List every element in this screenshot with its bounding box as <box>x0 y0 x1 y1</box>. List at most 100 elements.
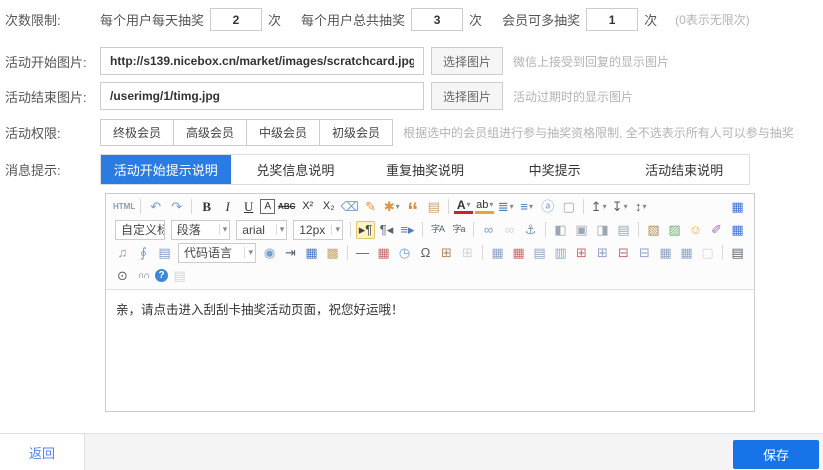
insert-image-icon[interactable]: ▧ <box>644 221 663 239</box>
music-icon[interactable]: ♫ <box>113 244 132 262</box>
italic-icon[interactable]: I <box>218 198 237 216</box>
subscript-icon[interactable]: X₂ <box>319 198 338 216</box>
merge-cells-icon[interactable]: ▦ <box>656 244 675 262</box>
paragraph-spacing-bottom-icon[interactable]: ↧▾ <box>610 198 629 216</box>
insert-video-icon[interactable]: ▦ <box>728 221 747 239</box>
link-icon[interactable]: ∞ <box>479 221 498 239</box>
editor-content[interactable]: 亲，请点击进入刮刮卡抽奖活动页面，祝您好运哦！ <box>106 290 754 413</box>
to-simplified-chinese-icon[interactable]: 字a <box>449 221 468 239</box>
print-icon[interactable]: ▤ <box>728 244 747 262</box>
help-icon[interactable]: ? <box>155 269 168 282</box>
date-icon[interactable]: ▦ <box>374 244 393 262</box>
paragraph-direction-icon[interactable]: ¶◂ <box>377 221 396 239</box>
chevron-down-icon: ▾ <box>331 224 340 235</box>
find-replace-icon[interactable]: ∩∩ <box>134 267 153 285</box>
insert-row-icon[interactable]: ⊞ <box>572 244 591 262</box>
font-family-select[interactable]: arial▾ <box>236 220 287 240</box>
image-align-center-icon[interactable]: ▣ <box>572 221 591 239</box>
font-size-select[interactable]: 12px▾ <box>293 220 343 240</box>
delete-row-icon[interactable]: ⊟ <box>614 244 633 262</box>
split-cells-icon[interactable]: ▦ <box>677 244 696 262</box>
char-border-icon[interactable]: A <box>260 199 275 214</box>
format-clear-icon[interactable]: ⌫ <box>340 198 359 216</box>
member-option-3[interactable]: 初级会员 <box>319 119 393 146</box>
end-image-label: 活动结束图片: <box>0 87 100 106</box>
insert-col-icon[interactable]: ⊞ <box>593 244 612 262</box>
back-button[interactable]: 返回 <box>0 433 85 470</box>
font-color-icon[interactable]: A▾ <box>454 199 473 214</box>
end-image-pick-button[interactable]: 选择图片 <box>431 82 503 110</box>
message-tab-4[interactable]: 活动结束说明 <box>619 155 749 184</box>
background-icon[interactable]: ▩ <box>323 244 342 262</box>
image-align-right-icon[interactable]: ◨ <box>593 221 612 239</box>
anchor-tag-icon[interactable]: ⓐ <box>538 198 557 216</box>
member-option-2[interactable]: 中级会员 <box>246 119 320 146</box>
undo-icon[interactable]: ↶ <box>146 198 165 216</box>
redo-icon[interactable]: ↷ <box>167 198 186 216</box>
end-image-input[interactable] <box>100 82 424 110</box>
message-tab-3[interactable]: 中奖提示 <box>490 155 620 184</box>
line-height-icon[interactable]: ↕▾ <box>631 198 650 216</box>
message-tab-2[interactable]: 重复抽奖说明 <box>360 155 490 184</box>
strikethrough-icon[interactable]: ABC <box>277 198 296 216</box>
page-doc-icon[interactable]: ▢ <box>698 244 717 262</box>
indent-first-line-icon[interactable]: ▸¶ <box>356 221 375 239</box>
message-tab-1[interactable]: 兑奖信息说明 <box>231 155 361 184</box>
total-input[interactable] <box>411 8 463 31</box>
attachment-icon[interactable]: ∮ <box>134 244 153 262</box>
chevron-down-icon: ▾ <box>276 224 285 235</box>
save-button[interactable]: 保存 <box>733 440 819 469</box>
preview-icon[interactable]: ⊙ <box>113 267 132 285</box>
fullscreen-icon[interactable]: ▦ <box>728 198 747 216</box>
image-manager-icon[interactable]: ▨ <box>665 221 684 239</box>
image-align-none-icon[interactable]: ▤ <box>614 221 633 239</box>
paste-word-icon[interactable]: ▤ <box>424 198 443 216</box>
paste-icon[interactable]: ▤ <box>170 267 189 285</box>
emoji-icon[interactable]: ☺ <box>686 221 705 239</box>
time-icon[interactable]: ◷ <box>395 244 414 262</box>
blockquote-icon[interactable]: “ <box>403 198 422 216</box>
bold-icon[interactable]: B <box>197 198 216 216</box>
format-brush-icon[interactable]: ✎ <box>361 198 380 216</box>
ordered-list-icon[interactable]: ≣▾ <box>496 198 515 216</box>
blank-page-icon[interactable]: ▢ <box>559 198 578 216</box>
to-traditional-chinese-icon[interactable]: 字A <box>428 221 447 239</box>
limits-label: 次数限制: <box>0 10 100 29</box>
scrawl-icon[interactable]: ✐ <box>707 221 726 239</box>
insert-iframe-icon[interactable]: ▦ <box>302 244 321 262</box>
paragraph-spacing-top-icon[interactable]: ↥▾ <box>589 198 608 216</box>
delete-table-icon[interactable]: ▦ <box>509 244 528 262</box>
google-map-icon[interactable]: ⊞ <box>458 244 477 262</box>
paragraph-select[interactable]: 段落▾ <box>171 220 231 240</box>
underline-icon[interactable]: U <box>239 198 258 216</box>
highlight-color-icon[interactable]: ab▾ <box>475 199 494 214</box>
table-caption-icon[interactable]: ▤ <box>530 244 549 262</box>
special-char-icon[interactable]: Ω <box>416 244 435 262</box>
superscript-icon[interactable]: X² <box>298 198 317 216</box>
snapshot-icon[interactable]: ◉ <box>260 244 279 262</box>
permission-hint: 根据选中的会员组进行参与抽奖资格限制, 全不选表示所有人可以参与抽奖 <box>403 124 794 141</box>
map-icon[interactable]: ⊞ <box>437 244 456 262</box>
per-day-input[interactable] <box>210 8 262 31</box>
insert-table-icon[interactable]: ▦ <box>488 244 507 262</box>
member-option-1[interactable]: 高级会员 <box>173 119 247 146</box>
table-title-icon[interactable]: ▥ <box>551 244 570 262</box>
custom-title-select[interactable]: 自定义标题▾ <box>115 220 165 240</box>
page-break-icon[interactable]: ⇥ <box>281 244 300 262</box>
member-extra-input[interactable] <box>586 8 638 31</box>
anchor-icon[interactable]: ⚓ <box>521 221 540 239</box>
source-code-icon[interactable]: HTML <box>113 198 135 216</box>
code-language-select[interactable]: 代码语言▾ <box>178 243 256 263</box>
horizontal-rule-icon[interactable]: — <box>353 244 372 262</box>
start-image-pick-button[interactable]: 选择图片 <box>431 47 503 75</box>
text-indent-icon[interactable]: ≡▸ <box>398 221 417 239</box>
unordered-list-icon[interactable]: ≡▾ <box>517 198 536 216</box>
unlink-icon[interactable]: ∞ <box>500 221 519 239</box>
start-image-input[interactable] <box>100 47 424 75</box>
image-align-left-icon[interactable]: ◧ <box>551 221 570 239</box>
auto-typeset-icon[interactable]: ✱▾ <box>382 198 401 216</box>
message-tab-0[interactable]: 活动开始提示说明 <box>101 155 231 184</box>
member-option-0[interactable]: 终极会员 <box>100 119 174 146</box>
delete-col-icon[interactable]: ⊟ <box>635 244 654 262</box>
insert-template-icon[interactable]: ▤ <box>155 244 174 262</box>
